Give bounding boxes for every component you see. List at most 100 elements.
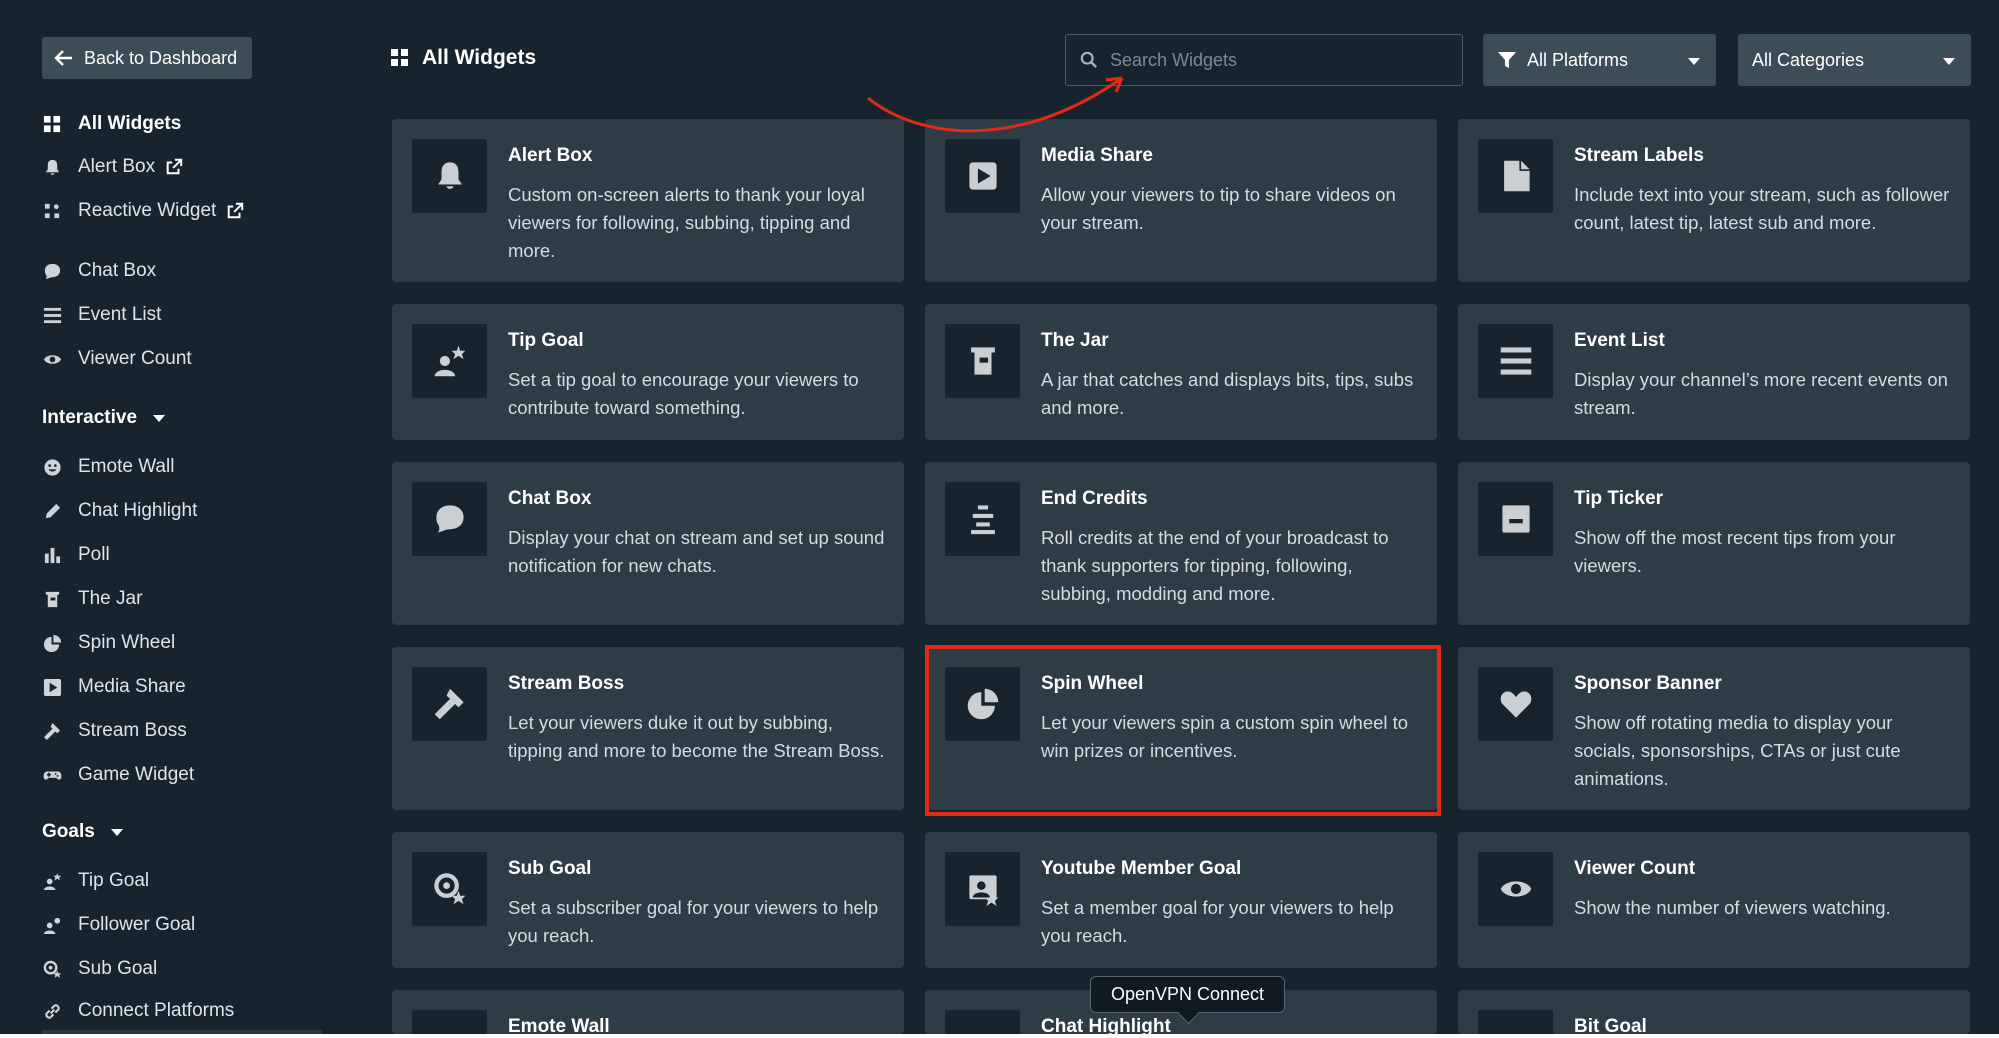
sidebar-item-viewer-count[interactable]: Viewer Count	[42, 344, 192, 374]
bell-icon	[42, 157, 62, 177]
card-title: Bit Goal	[1574, 1016, 1647, 1034]
sidebar-item-label: All Widgets	[78, 113, 182, 134]
filter-icon	[1498, 52, 1516, 68]
link-icon	[42, 1001, 62, 1021]
widget-card-spin-wheel[interactable]: Spin Wheel Let your viewers spin a custo…	[925, 647, 1437, 810]
pen-icon	[945, 1010, 1020, 1034]
widget-card-chat-box[interactable]: Chat Box Display your chat on stream and…	[392, 462, 904, 625]
card-title: Event List	[1574, 330, 1665, 351]
sub-goal-icon	[412, 852, 487, 926]
grid-icon	[42, 114, 62, 134]
sidebar-item-spin-wheel[interactable]: Spin Wheel	[42, 628, 175, 658]
sidebar-item-label: Spin Wheel	[78, 632, 176, 653]
sidebar: Back to Dashboard All Widgets Alert Box …	[0, 0, 340, 1038]
card-title: Spin Wheel	[1041, 673, 1144, 694]
widget-card-event-list[interactable]: Event List Display your channel’s more r…	[1458, 304, 1970, 440]
card-description: Roll credits at the end of your broadcas…	[1041, 527, 1389, 604]
search-input[interactable]	[1110, 49, 1450, 71]
card-description: Let your viewers duke it out by subbing,…	[508, 712, 885, 761]
sidebar-item-follower-goal[interactable]: Follower Goal	[42, 910, 195, 940]
sidebar-item-label: Game Widget	[78, 764, 195, 785]
sidebar-item-stream-boss[interactable]: Stream Boss	[42, 716, 187, 746]
widget-card-alert-box[interactable]: Alert Box Custom on-screen alerts to tha…	[392, 119, 904, 282]
card-title: Stream Labels	[1574, 145, 1704, 166]
eye-icon	[1478, 852, 1553, 926]
section-goals-label: Goals	[42, 821, 95, 842]
jar-icon	[945, 324, 1020, 398]
widget-card-tip-ticker[interactable]: Tip Ticker Show off the most recent tips…	[1458, 462, 1970, 625]
back-to-dashboard-label: Back to Dashboard	[84, 47, 238, 68]
heart-icon	[1478, 667, 1553, 741]
card-title: Tip Goal	[508, 330, 584, 351]
bit-icon	[1478, 1010, 1553, 1034]
widget-card-bit-goal[interactable]: Bit Goal	[1458, 990, 1970, 1034]
card-title: Media Share	[1041, 145, 1153, 166]
ticker-icon	[1478, 482, 1553, 556]
sidebar-item-label: Media Share	[78, 676, 186, 697]
card-description: Display your chat on stream and set up s…	[508, 527, 885, 576]
page-title-text: All Widgets	[422, 46, 537, 69]
widget-card-stream-labels[interactable]: Stream Labels Include text into your str…	[1458, 119, 1970, 282]
card-description: Custom on-screen alerts to thank your lo…	[508, 184, 865, 261]
sidebar-item-connect-platforms[interactable]: Connect Platforms	[42, 996, 234, 1026]
card-description: Let your viewers spin a custom spin whee…	[1041, 712, 1409, 761]
section-interactive-toggle[interactable]: Interactive	[42, 403, 166, 433]
widget-card-end-credits[interactable]: End Credits Roll credits at the end of y…	[925, 462, 1437, 625]
reactive-icon	[42, 201, 62, 221]
widget-card-stream-boss[interactable]: Stream Boss Let your viewers duke it out…	[392, 647, 904, 810]
widget-card-sponsor-banner[interactable]: Sponsor Banner Show off rotating media t…	[1458, 647, 1970, 810]
sidebar-item-the-jar[interactable]: The Jar	[42, 584, 142, 614]
sidebar-item-reactive-widget[interactable]: Reactive Widget	[42, 196, 244, 226]
sidebar-item-sub-goal[interactable]: Sub Goal	[42, 954, 157, 984]
card-title: Sub Goal	[508, 858, 592, 879]
widget-card-tip-goal[interactable]: Tip Goal Set a tip goal to encourage you…	[392, 304, 904, 440]
platform-filter-label: All Platforms	[1527, 49, 1629, 70]
sidebar-item-poll[interactable]: Poll	[42, 540, 110, 570]
card-description: Include text into your stream, such as f…	[1574, 184, 1950, 233]
search-widgets[interactable]	[1065, 34, 1463, 86]
sidebar-item-tip-goal[interactable]: Tip Goal	[42, 866, 149, 896]
sub-goal-icon	[42, 959, 62, 979]
play-icon	[945, 139, 1020, 213]
card-description: Allow your viewers to tip to share video…	[1041, 184, 1396, 233]
widget-card-sub-goal[interactable]: Sub Goal Set a subscriber goal for your …	[392, 832, 904, 968]
grid-icon	[391, 49, 408, 66]
card-title: Tip Ticker	[1574, 488, 1664, 509]
sidebar-item-event-list[interactable]: Event List	[42, 300, 161, 330]
widget-card-the-jar[interactable]: The Jar A jar that catches and displays …	[925, 304, 1437, 440]
widget-card-emote-wall[interactable]: Emote Wall	[392, 990, 904, 1034]
card-description: A jar that catches and displays bits, ti…	[1041, 369, 1414, 418]
section-goals-toggle[interactable]: Goals	[42, 817, 123, 847]
openvpn-tooltip: OpenVPN Connect	[1090, 976, 1285, 1013]
card-description: Display your channel’s more recent event…	[1574, 369, 1948, 418]
sidebar-item-chat-box[interactable]: Chat Box	[42, 256, 156, 286]
sidebar-item-all-widgets[interactable]: All Widgets	[42, 109, 181, 139]
sidebar-item-emote-wall[interactable]: Emote Wall	[42, 452, 174, 482]
sidebar-item-alert-box[interactable]: Alert Box	[42, 152, 183, 182]
sidebar-item-label: Reactive Widget	[78, 200, 217, 221]
sidebar-item-label: Event List	[78, 304, 162, 325]
sidebar-item-game-widget[interactable]: Game Widget	[42, 760, 194, 790]
list-icon	[1478, 324, 1553, 398]
follower-goal-icon	[42, 915, 62, 935]
gamepad-icon	[42, 765, 62, 785]
section-interactive-label: Interactive	[42, 407, 138, 428]
back-to-dashboard-button[interactable]: Back to Dashboard	[42, 37, 252, 79]
play-icon	[42, 677, 62, 697]
sidebar-item-label: Follower Goal	[78, 914, 196, 935]
sidebar-item-label: Sub Goal	[78, 958, 158, 979]
jar-icon	[42, 589, 62, 609]
pie-icon	[945, 667, 1020, 741]
widget-card-youtube-member-goal[interactable]: Youtube Member Goal Set a member goal fo…	[925, 832, 1437, 968]
widget-card-media-share[interactable]: Media Share Allow your viewers to tip to…	[925, 119, 1437, 282]
page-title: All Widgets	[390, 46, 536, 70]
platform-filter-dropdown[interactable]: All Platforms	[1483, 34, 1716, 86]
sidebar-item-media-share[interactable]: Media Share	[42, 672, 186, 702]
sidebar-item-label: Chat Highlight	[78, 500, 198, 521]
caret-down-icon	[1688, 58, 1700, 65]
sidebar-item-chat-highlight[interactable]: Chat Highlight	[42, 496, 197, 526]
category-filter-dropdown[interactable]: All Categories	[1738, 34, 1971, 86]
card-description: Show the number of viewers watching.	[1574, 897, 1891, 918]
sidebar-item-label: Emote Wall	[78, 456, 175, 477]
widget-card-viewer-count[interactable]: Viewer Count Show the number of viewers …	[1458, 832, 1970, 968]
